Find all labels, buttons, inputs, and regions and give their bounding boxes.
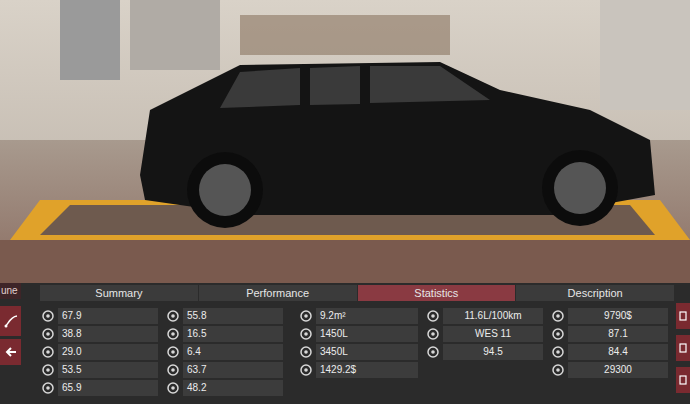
stat-icon xyxy=(40,344,56,360)
stat-icon xyxy=(425,326,441,342)
curve-icon xyxy=(4,314,18,328)
stat-icon xyxy=(550,308,566,324)
stat-row: 11.6L/100km xyxy=(425,307,543,324)
stat-value: 11.6L/100km xyxy=(443,308,543,324)
stat-value: 63.7 xyxy=(183,362,283,378)
tab-bar: SummaryPerformanceStatisticsDescription xyxy=(40,285,674,301)
back-button[interactable] xyxy=(0,339,21,365)
stat-value: 3450L xyxy=(316,344,418,360)
stat-value: 65.9 xyxy=(58,380,158,396)
stat-row: 9.2m² xyxy=(298,307,418,324)
car-scene xyxy=(0,0,690,283)
stat-value: WES 11 xyxy=(443,326,543,342)
stat-icon xyxy=(165,326,181,342)
stat-icon xyxy=(425,308,441,324)
stat-row: 29300 xyxy=(550,361,668,378)
camera-icon xyxy=(679,375,687,385)
stat-row: WES 11 xyxy=(425,325,543,342)
stat-value: 29300 xyxy=(568,362,668,378)
stats-column: 55.8 16.5 6.4 63.7 48.2 xyxy=(165,307,283,396)
stat-row: 84.4 xyxy=(550,343,668,360)
side-button[interactable] xyxy=(676,367,690,393)
stat-row: 48.2 xyxy=(165,379,283,396)
list-icon xyxy=(679,343,687,353)
stat-row: 6.4 xyxy=(165,343,283,360)
stat-icon xyxy=(40,326,56,342)
stat-icon xyxy=(550,344,566,360)
stat-value: 67.9 xyxy=(58,308,158,324)
stat-row: 38.8 xyxy=(40,325,158,342)
stat-value: 16.5 xyxy=(183,326,283,342)
stat-icon xyxy=(298,308,314,324)
stat-icon xyxy=(165,380,181,396)
stat-icon xyxy=(40,380,56,396)
stat-row: 55.8 xyxy=(165,307,283,324)
stat-row: 1450L xyxy=(298,325,418,342)
stat-icon xyxy=(165,344,181,360)
stat-value: 1429.2$ xyxy=(316,362,418,378)
stat-value: 87.1 xyxy=(568,326,668,342)
stat-row: 53.5 xyxy=(40,361,158,378)
statistics-content: SummaryPerformanceStatisticsDescription 6… xyxy=(21,283,676,404)
stat-icon xyxy=(425,344,441,360)
stat-icon xyxy=(165,308,181,324)
tab[interactable]: Statistics xyxy=(358,285,516,301)
stat-value: 94.5 xyxy=(443,344,543,360)
stats-column: 67.9 38.8 29.0 53.5 65.9 xyxy=(40,307,158,396)
gear-icon xyxy=(679,311,687,321)
stat-value: 6.4 xyxy=(183,344,283,360)
stat-icon xyxy=(298,362,314,378)
tab[interactable]: Description xyxy=(516,285,674,301)
stat-row: 16.5 xyxy=(165,325,283,342)
stat-row: 87.1 xyxy=(550,325,668,342)
stats-column: 11.6L/100km WES 11 94.5 xyxy=(425,307,543,396)
stat-value: 38.8 xyxy=(58,326,158,342)
stat-icon xyxy=(40,362,56,378)
stats-column: 9.2m² 1450L 3450L 1429.2$ xyxy=(298,307,418,396)
stat-row: 65.9 xyxy=(40,379,158,396)
stat-value: 9790$ xyxy=(568,308,668,324)
stat-row: 29.0 xyxy=(40,343,158,360)
side-tab[interactable]: une xyxy=(0,283,21,299)
stats-grid: 67.9 38.8 29.0 53.5 65.9 55.8 16.5 6.4 63.7 48.2 9… xyxy=(40,307,674,396)
stat-icon xyxy=(298,326,314,342)
stat-icon xyxy=(550,362,566,378)
stat-row: 63.7 xyxy=(165,361,283,378)
stat-row: 3450L xyxy=(298,343,418,360)
right-toolbar xyxy=(676,283,690,404)
tab[interactable]: Performance xyxy=(199,285,357,301)
stat-value: 29.0 xyxy=(58,344,158,360)
left-toolbar: une xyxy=(0,283,21,404)
stat-icon xyxy=(40,308,56,324)
stat-row: 1429.2$ xyxy=(298,361,418,378)
stat-row: 9790$ xyxy=(550,307,668,324)
stats-column: 9790$ 87.1 84.4 29300 xyxy=(550,307,668,396)
stat-icon xyxy=(298,344,314,360)
stat-row: 67.9 xyxy=(40,307,158,324)
stat-value: 1450L xyxy=(316,326,418,342)
stat-icon xyxy=(550,326,566,342)
statistics-panel: uneSummaryPerformanceStatisticsDescripti… xyxy=(0,283,690,404)
stat-value: 84.4 xyxy=(568,344,668,360)
stat-icon xyxy=(165,362,181,378)
tab[interactable]: Summary xyxy=(40,285,198,301)
stat-value: 48.2 xyxy=(183,380,283,396)
stat-value: 9.2m² xyxy=(316,308,418,324)
side-button[interactable] xyxy=(676,335,690,361)
tune-curve-button[interactable] xyxy=(0,306,21,336)
side-button[interactable] xyxy=(676,303,690,329)
stat-row: 94.5 xyxy=(425,343,543,360)
arrow-left-icon xyxy=(4,345,18,359)
stat-value: 53.5 xyxy=(58,362,158,378)
stat-value: 55.8 xyxy=(183,308,283,324)
